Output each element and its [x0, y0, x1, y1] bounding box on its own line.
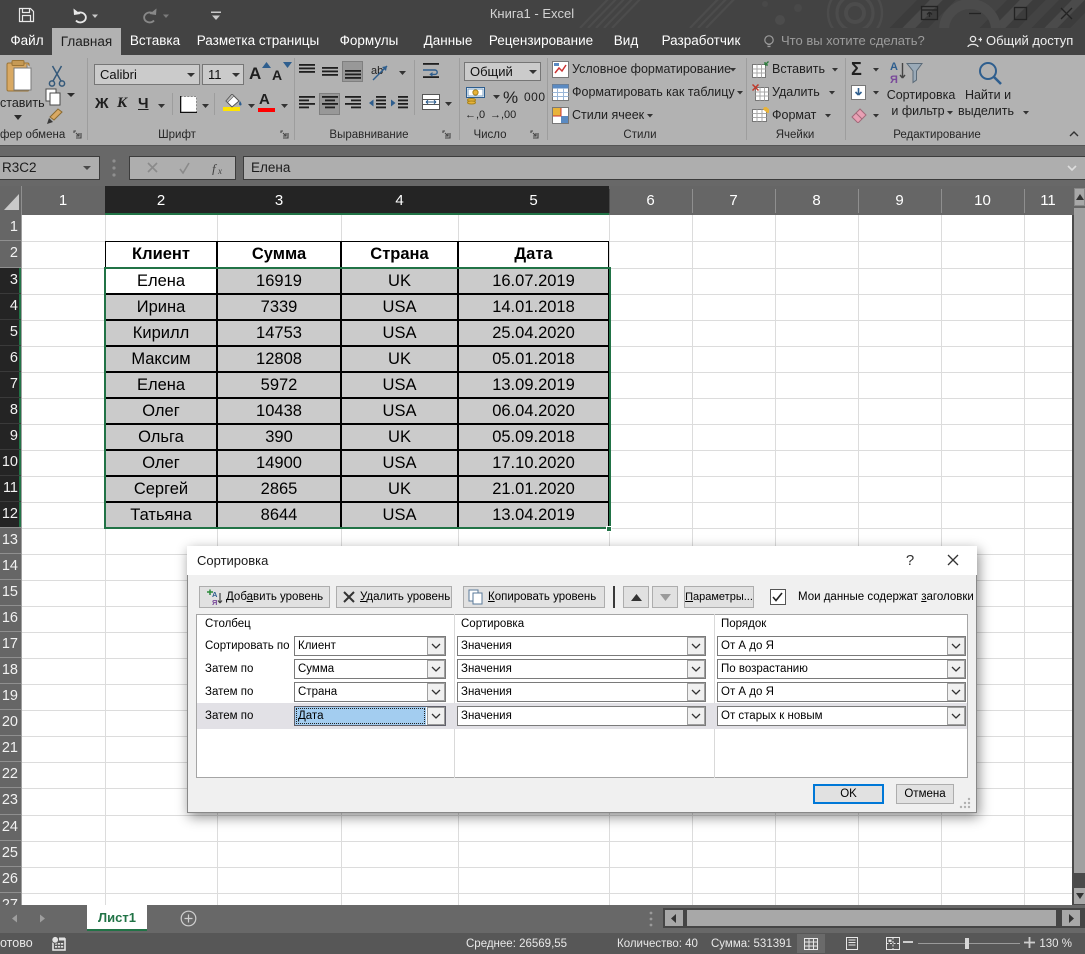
svg-text:x: x: [217, 166, 222, 175]
svg-text:А: А: [890, 61, 898, 73]
svg-text:Я: Я: [212, 598, 217, 606]
svg-text:Я: Я: [890, 74, 898, 86]
